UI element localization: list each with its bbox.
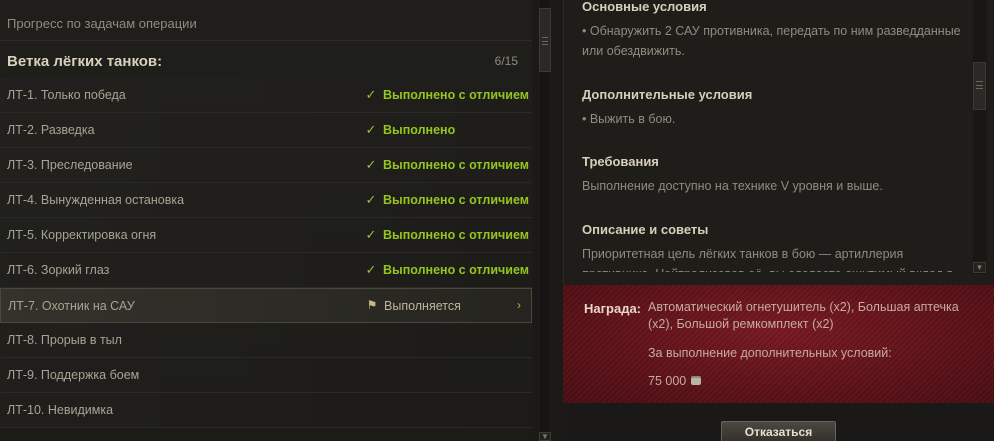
checkmark-icon: ✓ (365, 227, 377, 242)
scroll-down-icon[interactable]: ▼ (973, 262, 986, 273)
requirements-text: Выполнение доступно на технике V уровня … (582, 179, 883, 193)
task-row[interactable]: ЛТ-9. Поддержка боем (0, 358, 532, 393)
task-status: Выполнено (383, 123, 456, 137)
task-row[interactable]: ЛТ-10. Невидимка (0, 393, 532, 428)
task-row[interactable]: ЛТ-4. Вынужденная остановка ✓ Выполнено … (0, 183, 532, 218)
checkmark-icon: ✓ (365, 157, 377, 172)
task-row[interactable]: ЛТ-3. Преследование ✓ Выполнено с отличи… (0, 148, 532, 183)
right-scrollbar[interactable] (973, 0, 987, 274)
task-row[interactable]: ЛТ-8. Прорыв в тыл (0, 323, 532, 358)
flag-icon: ⚑ (366, 298, 378, 312)
task-list: ЛТ-1. Только победа ✓ Выполнено с отличи… (0, 78, 532, 428)
task-status: Выполнено с отличием (383, 158, 529, 172)
task-name: ЛТ-2. Разведка (7, 123, 95, 137)
reward-credits: 75 000 (648, 374, 702, 388)
chevron-right-icon: › (517, 298, 521, 312)
right-scrollbar-thumb[interactable] (973, 62, 986, 110)
task-status: Выполнено с отличием (383, 228, 529, 242)
task-name: ЛТ-3. Преследование (7, 158, 133, 172)
task-row[interactable]: ЛТ-5. Корректировка огня ✓ Выполнено с о… (0, 218, 532, 253)
branch-header: Ветка лёгких танков: 6/15 (0, 46, 532, 76)
task-name: ЛТ-1. Только победа (7, 88, 126, 102)
task-name: ЛТ-8. Прорыв в тыл (7, 333, 122, 347)
reward-panel: Награда: Автоматический огнетушитель (x2… (563, 285, 994, 403)
task-name: ЛТ-4. Вынужденная остановка (7, 193, 185, 207)
decline-button[interactable]: Отказаться (721, 421, 836, 441)
task-name: ЛТ-5. Корректировка огня (7, 228, 157, 242)
credits-amount: 75 000 (648, 374, 687, 388)
task-status: Выполнено с отличием (383, 193, 529, 207)
branch-title: Ветка лёгких танков: (7, 53, 163, 70)
task-row-selected[interactable]: ЛТ-7. Охотник на САУ ⚑ Выполняется › (0, 288, 532, 323)
checkmark-icon: ✓ (365, 87, 377, 102)
task-details: Основные условия • Обнаружить 2 САУ прот… (564, 0, 974, 272)
branch-count: 6/15 (494, 54, 518, 68)
task-row[interactable]: ЛТ-2. Разведка ✓ Выполнено (0, 113, 532, 148)
task-status: Выполнено с отличием (383, 263, 529, 277)
credits-icon (691, 378, 702, 386)
scroll-down-icon[interactable]: ▼ (539, 432, 551, 441)
task-name: ЛТ-9. Поддержка боем (7, 368, 140, 382)
reward-extra-label: За выполнение дополнительных условий: (648, 346, 892, 360)
task-status: Выполнено с отличием (383, 88, 529, 102)
task-name: ЛТ-6. Зоркий глаз (7, 263, 110, 277)
task-name: ЛТ-10. Невидимка (7, 403, 114, 417)
description-title: Описание и советы (582, 222, 709, 237)
main-conditions-title: Основные условия (582, 0, 707, 14)
extra-conditions-text: • Выжить в бою. (582, 112, 676, 126)
task-name: ЛТ-7. Охотник на САУ (8, 299, 135, 313)
task-row[interactable]: ЛТ-1. Только победа ✓ Выполнено с отличи… (0, 78, 532, 113)
checkmark-icon: ✓ (365, 192, 377, 207)
progress-header: Прогресс по задачам операции (0, 7, 532, 41)
grip-icon (542, 37, 548, 45)
reward-label: Награда: (584, 301, 642, 316)
checkmark-icon: ✓ (365, 262, 377, 277)
task-row[interactable]: ЛТ-6. Зоркий глаз ✓ Выполнено с отличием (0, 253, 532, 288)
left-scrollbar-thumb[interactable] (539, 8, 551, 72)
checkmark-icon: ✓ (365, 122, 377, 137)
description-text: Приоритетная цель лёгких танков в бою — … (582, 247, 953, 272)
reward-items: Автоматический огнетушитель (x2), Больша… (648, 300, 959, 331)
main-conditions-text: • Обнаружить 2 САУ противника, передать … (582, 24, 961, 58)
task-progress-panel: Прогресс по задачам операции Ветка лёгки… (0, 0, 532, 441)
requirements-title: Требования (582, 154, 659, 169)
grip-icon (976, 81, 983, 89)
task-status: Выполняется (384, 299, 461, 313)
extra-conditions-title: Дополнительные условия (582, 87, 753, 102)
